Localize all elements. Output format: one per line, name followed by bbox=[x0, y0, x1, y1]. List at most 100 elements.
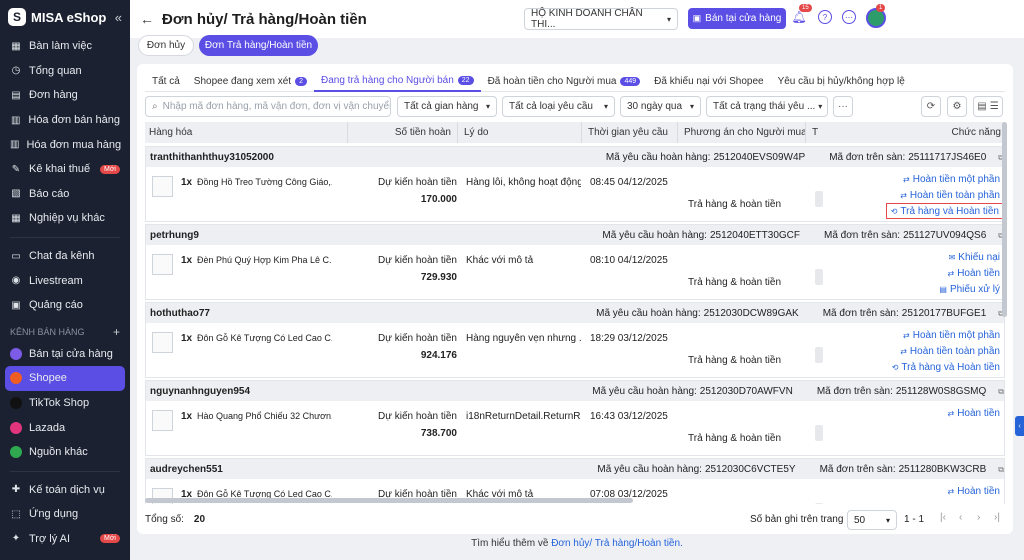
sidebar-item[interactable]: ▥ Hóa đơn bán hàng bbox=[0, 108, 130, 133]
action-link[interactable]: ⟲ Trả hàng và Hoàn tiền bbox=[885, 203, 1004, 219]
horizontal-scrollbar[interactable] bbox=[145, 498, 1005, 503]
app-logo[interactable]: S MISA eShop « bbox=[0, 0, 130, 34]
sidebar-item[interactable]: ◉ Livestream bbox=[0, 268, 130, 293]
status-tab[interactable]: Tất cả bbox=[145, 70, 187, 92]
bell-icon[interactable]: 🔔︎ bbox=[791, 10, 806, 24]
action-link[interactable]: ⇄ Hoàn tiền toàn phần bbox=[886, 187, 1000, 203]
action-link[interactable]: ⇄ Hoàn tiền bbox=[939, 265, 1000, 281]
last-page-icon[interactable]: ›| bbox=[994, 512, 1000, 523]
tab-cancelled-orders[interactable]: Đơn hủy bbox=[138, 35, 194, 56]
sidebar-item[interactable]: Nguồn khác bbox=[0, 440, 130, 465]
product-name[interactable]: Đôn Gỗ Kê Tượng Có Led Cao C... bbox=[197, 333, 332, 343]
sidebar-item[interactable]: ✚ Kế toán dịch vụ bbox=[0, 478, 130, 503]
pos-button[interactable]: ▣ Bán tại cửa hàng bbox=[688, 8, 786, 29]
action-link[interactable]: ⇄ Hoàn tiền toàn phần bbox=[892, 343, 1000, 359]
refund-amount: 729.930 bbox=[420, 272, 457, 283]
per-page-select[interactable]: 50 ▾ bbox=[847, 510, 897, 530]
tab-count-badge: 22 bbox=[457, 75, 474, 85]
sidebar-item[interactable]: ▦ Bàn làm việc bbox=[0, 34, 130, 59]
sidebar-item[interactable]: ▣ Quảng cáo bbox=[0, 293, 130, 318]
sidebar-item-label: Hóa đơn bán hàng bbox=[28, 114, 120, 127]
booth-select[interactable]: Tất cả gian hàng ▾ bbox=[397, 96, 497, 117]
action-link[interactable]: ⇄ Hoàn tiền bbox=[947, 483, 1000, 499]
product-name[interactable]: Hào Quang Phổ Chiếu 32 Chươn... bbox=[197, 411, 332, 421]
collapse-sidebar-icon[interactable]: « bbox=[115, 10, 122, 25]
more-apps-icon[interactable]: ⋯ bbox=[842, 10, 856, 24]
sidebar-item[interactable]: TikTok Shop bbox=[0, 391, 130, 416]
buyer-option: Trả hàng & hoàn tiền bbox=[688, 433, 782, 444]
request-type-select[interactable]: Tất cả loại yêu cầu ▾ bbox=[502, 96, 615, 117]
more-filters-button[interactable]: ··· bbox=[833, 96, 853, 117]
sidebar-item-label: Bán tại cửa hàng bbox=[29, 347, 113, 360]
status-tab[interactable]: Đã hoàn tiền cho Người mua 449 bbox=[481, 70, 648, 92]
action-link[interactable]: ⇄ Hoàn tiền một phần bbox=[892, 327, 1000, 343]
sidebar-item[interactable]: Shopee bbox=[5, 366, 125, 391]
req-label: Mã yêu cầu hoàn hàng: bbox=[602, 229, 707, 241]
first-page-icon[interactable]: |‹ bbox=[940, 512, 946, 523]
sidebar-item[interactable]: ✦ Trợ lý AI Mới bbox=[0, 527, 130, 552]
view-toggle[interactable]: ▤ ☰ bbox=[973, 96, 1003, 117]
period-select[interactable]: 30 ngày qua ▾ bbox=[620, 96, 701, 117]
product-name[interactable]: Đèn Phú Quý Hợp Kim Pha Lê C... bbox=[197, 255, 332, 265]
purchase-invoice-icon: ▥ bbox=[10, 139, 20, 151]
sidebar-item[interactable]: ◷ Tổng quan bbox=[0, 59, 130, 84]
order-card: petrhung9 Mã yêu cầu hoàn hàng: 2512040ETT… bbox=[145, 224, 1005, 300]
status-tab[interactable]: Yêu cầu bị hủy/không hợp lệ bbox=[771, 70, 912, 92]
side-expand-tab[interactable]: ‹ bbox=[1015, 416, 1024, 436]
sidebar-item[interactable]: ▭ Chat đa kênh bbox=[0, 244, 130, 269]
settings-icon[interactable]: ⚙ bbox=[947, 96, 967, 117]
sidebar-item[interactable]: ⬚ Ứng dụng bbox=[0, 502, 130, 527]
status-tab[interactable]: Đã khiếu nại với Shopee bbox=[647, 70, 770, 92]
order-code: 2511280BKW3CRB bbox=[898, 463, 987, 475]
chevron-down-icon: ▾ bbox=[666, 14, 671, 24]
help-icon[interactable]: ? bbox=[818, 10, 832, 24]
next-page-icon[interactable]: › bbox=[977, 512, 980, 523]
status-tab[interactable]: Đang trả hàng cho Người bán 22 bbox=[314, 70, 481, 92]
sales-channel-section: KÊNH BÁN HÀNG + bbox=[0, 322, 130, 342]
req-label: Mã yêu cầu hoàn hàng: bbox=[597, 463, 702, 475]
refresh-icon[interactable]: ⟳ bbox=[921, 96, 941, 117]
page-title: Đơn hủy/ Trả hàng/Hoàn tiền bbox=[162, 10, 367, 28]
action-link[interactable]: ▤ Phiếu xử lý bbox=[939, 281, 1000, 297]
help-link[interactable]: Đơn hủy/ Trả hàng/Hoàn tiền. bbox=[551, 538, 683, 549]
sidebar-item[interactable]: ✎ Kê khai thuế Mới bbox=[0, 157, 130, 182]
product-name[interactable]: Đồng Hồ Treo Tường Công Giáo,... bbox=[197, 177, 332, 187]
action-link[interactable]: ⟲ Trả hàng và Hoàn tiền bbox=[892, 359, 1000, 375]
action-link[interactable]: ⇄ Hoàn tiền bbox=[947, 405, 1000, 421]
tax-icon: ✎ bbox=[11, 163, 21, 175]
status-select[interactable]: Tất cả trạng thái yêu ... ▾ bbox=[706, 96, 828, 117]
return-request-code: Mã yêu cầu hoàn hàng: 2512040ETT30GCF bbox=[590, 230, 800, 241]
new-badge: Mới bbox=[100, 534, 120, 544]
store-select[interactable]: HỘ KINH DOANH CHÂN THI... ▾ bbox=[524, 8, 678, 30]
tab-label: Đã hoàn tiền cho Người mua bbox=[487, 75, 617, 87]
sidebar-item[interactable]: Lazada bbox=[0, 415, 130, 440]
other-source-icon bbox=[10, 446, 22, 459]
add-channel-icon[interactable]: + bbox=[113, 325, 120, 339]
action-link[interactable]: ⇄ Hoàn tiền một phần bbox=[886, 171, 1000, 187]
list-view-icon[interactable]: ☰ bbox=[990, 101, 999, 112]
sidebar-item[interactable]: ▧ Báo cáo bbox=[0, 182, 130, 207]
search-input[interactable]: ⌕ Nhập mã đơn hàng, mã vận đơn, đơn vị v… bbox=[145, 96, 391, 117]
scroll-thumb[interactable] bbox=[1002, 122, 1007, 317]
request-time: 08:45 04/12/2025 bbox=[590, 177, 668, 188]
chevron-down-icon: ▾ bbox=[689, 102, 694, 111]
partial-refund-icon: ⇄ bbox=[903, 330, 910, 340]
tab-return-refund-orders[interactable]: Đơn Trả hàng/Hoàn tiền bbox=[199, 35, 318, 56]
reason: i18nReturnDetail.ReturnRe... bbox=[466, 411, 581, 422]
chevron-down-icon: ▾ bbox=[885, 515, 890, 525]
action-link[interactable]: ✉ Khiếu nại bbox=[939, 249, 1000, 265]
refund-label: Dự kiến hoàn tiền bbox=[378, 177, 457, 188]
sidebar-item[interactable]: ▦ Nghiệp vụ khác bbox=[0, 206, 130, 231]
status-tab[interactable]: Shopee đang xem xét 2 bbox=[187, 70, 314, 92]
vertical-scrollbar[interactable] bbox=[1002, 122, 1007, 492]
req-code: 2512040EVS09W4P bbox=[713, 151, 806, 163]
tab-label: Đang trả hàng cho Người bán bbox=[321, 74, 454, 86]
sidebar-item[interactable]: Bán tại cửa hàng bbox=[0, 342, 130, 367]
sidebar-item[interactable]: ▤ Đơn hàng bbox=[0, 83, 130, 108]
scroll-thumb[interactable] bbox=[145, 498, 633, 503]
back-arrow-icon[interactable]: ← bbox=[140, 11, 154, 27]
prev-page-icon[interactable]: ‹ bbox=[959, 512, 962, 523]
card-view-icon[interactable]: ▤ bbox=[977, 101, 986, 112]
sidebar-item[interactable]: ▥ Hóa đơn mua hàng bbox=[0, 132, 130, 157]
chevron-down-icon: ▾ bbox=[603, 102, 608, 111]
